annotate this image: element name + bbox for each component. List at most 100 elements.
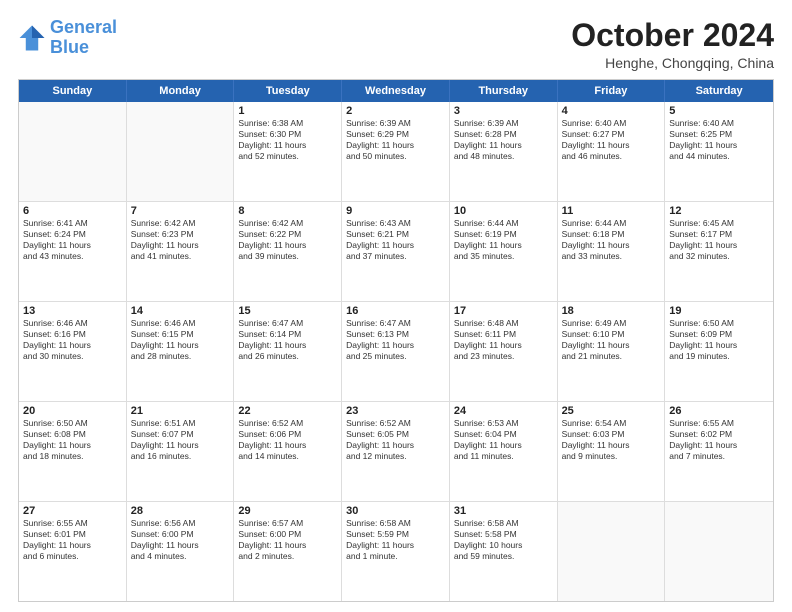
cell-line: and 48 minutes. xyxy=(454,151,553,162)
subtitle: Henghe, Chongqing, China xyxy=(571,55,774,71)
header-day-friday: Friday xyxy=(558,80,666,102)
cell-line: Daylight: 11 hours xyxy=(23,340,122,351)
cell-line: and 11 minutes. xyxy=(454,451,553,462)
cell-line: Sunrise: 6:47 AM xyxy=(346,318,445,329)
cell-line: Sunrise: 6:56 AM xyxy=(131,518,230,529)
day-number: 12 xyxy=(669,205,769,217)
cell-line: Daylight: 11 hours xyxy=(23,540,122,551)
day-number: 26 xyxy=(669,405,769,417)
logo-blue: Blue xyxy=(50,38,117,58)
day-number: 18 xyxy=(562,305,661,317)
cell-line: Sunrise: 6:48 AM xyxy=(454,318,553,329)
title-block: October 2024 Henghe, Chongqing, China xyxy=(571,18,774,71)
day-number: 8 xyxy=(238,205,337,217)
cell-line: Daylight: 11 hours xyxy=(238,140,337,151)
cell-line: Sunrise: 6:58 AM xyxy=(346,518,445,529)
day-number: 15 xyxy=(238,305,337,317)
day-number: 7 xyxy=(131,205,230,217)
day-number: 30 xyxy=(346,505,445,517)
cell-line: and 16 minutes. xyxy=(131,451,230,462)
calendar-cell xyxy=(558,502,666,601)
day-number: 31 xyxy=(454,505,553,517)
day-number: 23 xyxy=(346,405,445,417)
day-number: 27 xyxy=(23,505,122,517)
day-number: 16 xyxy=(346,305,445,317)
cell-line: Sunset: 6:00 PM xyxy=(238,529,337,540)
cell-line: Sunset: 5:58 PM xyxy=(454,529,553,540)
cell-line: Sunrise: 6:46 AM xyxy=(23,318,122,329)
cell-line: and 19 minutes. xyxy=(669,351,769,362)
day-number: 14 xyxy=(131,305,230,317)
cell-line: Daylight: 11 hours xyxy=(669,240,769,251)
main-title: October 2024 xyxy=(571,18,774,53)
cell-line: and 59 minutes. xyxy=(454,551,553,562)
day-number: 19 xyxy=(669,305,769,317)
cell-line: and 25 minutes. xyxy=(346,351,445,362)
cell-line: Sunrise: 6:49 AM xyxy=(562,318,661,329)
cell-line: and 30 minutes. xyxy=(23,351,122,362)
calendar-row-0: 1Sunrise: 6:38 AMSunset: 6:30 PMDaylight… xyxy=(19,102,773,202)
calendar-cell: 31Sunrise: 6:58 AMSunset: 5:58 PMDayligh… xyxy=(450,502,558,601)
day-number: 29 xyxy=(238,505,337,517)
cell-line: Sunset: 6:24 PM xyxy=(23,229,122,240)
cell-line: Daylight: 11 hours xyxy=(346,540,445,551)
header-day-tuesday: Tuesday xyxy=(234,80,342,102)
cell-line: and 23 minutes. xyxy=(454,351,553,362)
cell-line: and 9 minutes. xyxy=(562,451,661,462)
calendar-row-1: 6Sunrise: 6:41 AMSunset: 6:24 PMDaylight… xyxy=(19,202,773,302)
day-number: 3 xyxy=(454,105,553,117)
cell-line: Sunrise: 6:39 AM xyxy=(454,118,553,129)
cell-line: and 4 minutes. xyxy=(131,551,230,562)
header-day-saturday: Saturday xyxy=(665,80,773,102)
day-number: 10 xyxy=(454,205,553,217)
cell-line: Sunset: 6:28 PM xyxy=(454,129,553,140)
cell-line: Daylight: 11 hours xyxy=(346,140,445,151)
cell-line: and 39 minutes. xyxy=(238,251,337,262)
cell-line: Sunrise: 6:58 AM xyxy=(454,518,553,529)
cell-line: and 37 minutes. xyxy=(346,251,445,262)
cell-line: Sunset: 6:11 PM xyxy=(454,329,553,340)
cell-line: and 41 minutes. xyxy=(131,251,230,262)
calendar-cell: 27Sunrise: 6:55 AMSunset: 6:01 PMDayligh… xyxy=(19,502,127,601)
header-day-thursday: Thursday xyxy=(450,80,558,102)
cell-line: and 6 minutes. xyxy=(23,551,122,562)
cell-line: Daylight: 11 hours xyxy=(669,340,769,351)
calendar-body: 1Sunrise: 6:38 AMSunset: 6:30 PMDaylight… xyxy=(19,102,773,601)
logo-icon xyxy=(18,24,46,52)
cell-line: Sunset: 6:30 PM xyxy=(238,129,337,140)
calendar-cell: 3Sunrise: 6:39 AMSunset: 6:28 PMDaylight… xyxy=(450,102,558,201)
cell-line: and 35 minutes. xyxy=(454,251,553,262)
cell-line: and 12 minutes. xyxy=(346,451,445,462)
cell-line: Sunrise: 6:40 AM xyxy=(562,118,661,129)
cell-line: Sunset: 6:03 PM xyxy=(562,429,661,440)
calendar-cell: 29Sunrise: 6:57 AMSunset: 6:00 PMDayligh… xyxy=(234,502,342,601)
cell-line: Daylight: 11 hours xyxy=(562,440,661,451)
calendar-cell: 12Sunrise: 6:45 AMSunset: 6:17 PMDayligh… xyxy=(665,202,773,301)
cell-line: Daylight: 11 hours xyxy=(23,440,122,451)
cell-line: Daylight: 11 hours xyxy=(454,140,553,151)
calendar-cell: 18Sunrise: 6:49 AMSunset: 6:10 PMDayligh… xyxy=(558,302,666,401)
cell-line: Sunset: 6:10 PM xyxy=(562,329,661,340)
day-number: 4 xyxy=(562,105,661,117)
calendar-cell: 1Sunrise: 6:38 AMSunset: 6:30 PMDaylight… xyxy=(234,102,342,201)
cell-line: Daylight: 11 hours xyxy=(131,340,230,351)
header: General Blue October 2024 Henghe, Chongq… xyxy=(18,18,774,71)
calendar-cell: 20Sunrise: 6:50 AMSunset: 6:08 PMDayligh… xyxy=(19,402,127,501)
day-number: 1 xyxy=(238,105,337,117)
cell-line: Sunset: 6:25 PM xyxy=(669,129,769,140)
cell-line: Sunrise: 6:43 AM xyxy=(346,218,445,229)
day-number: 20 xyxy=(23,405,122,417)
cell-line: Sunrise: 6:38 AM xyxy=(238,118,337,129)
cell-line: Sunrise: 6:50 AM xyxy=(669,318,769,329)
calendar-cell xyxy=(127,102,235,201)
cell-line: Sunset: 6:01 PM xyxy=(23,529,122,540)
cell-line: Sunrise: 6:52 AM xyxy=(238,418,337,429)
calendar-cell: 7Sunrise: 6:42 AMSunset: 6:23 PMDaylight… xyxy=(127,202,235,301)
logo: General Blue xyxy=(18,18,117,58)
calendar-cell: 30Sunrise: 6:58 AMSunset: 5:59 PMDayligh… xyxy=(342,502,450,601)
cell-line: and 28 minutes. xyxy=(131,351,230,362)
cell-line: and 1 minute. xyxy=(346,551,445,562)
cell-line: Sunrise: 6:52 AM xyxy=(346,418,445,429)
cell-line: Sunrise: 6:42 AM xyxy=(131,218,230,229)
cell-line: Sunset: 6:04 PM xyxy=(454,429,553,440)
